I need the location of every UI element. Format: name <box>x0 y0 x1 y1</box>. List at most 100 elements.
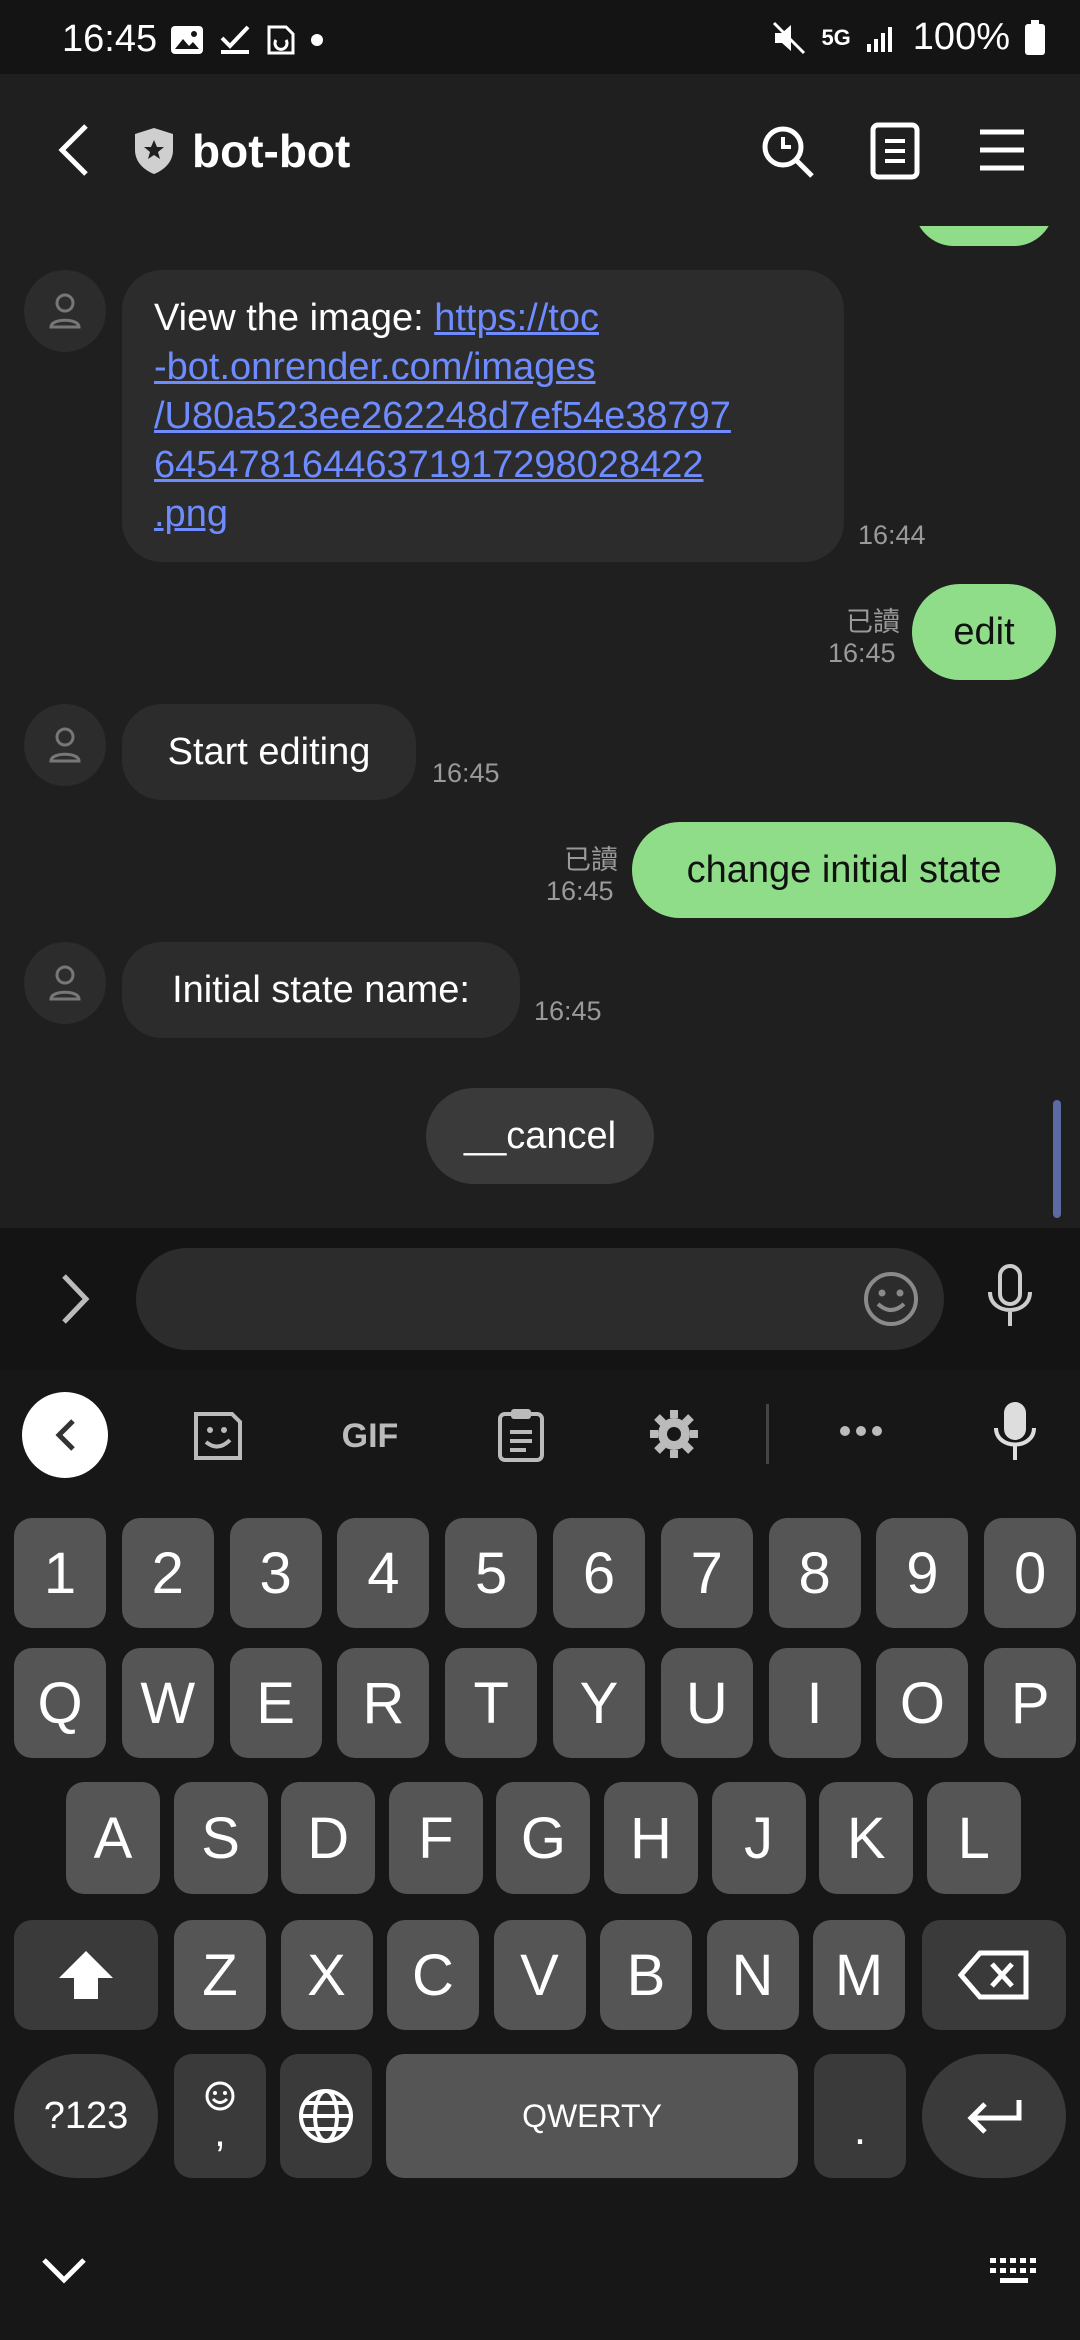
letter-key[interactable]: B <box>600 1920 692 2030</box>
letter-key[interactable]: T <box>445 1648 538 1758</box>
letter-key[interactable]: J <box>711 1782 806 1894</box>
shift-arrow-icon <box>59 1951 113 1999</box>
letter-key[interactable]: C <box>387 1920 479 2030</box>
number-key[interactable]: 2 <box>121 1518 214 1628</box>
letter-key[interactable]: Y <box>553 1648 645 1758</box>
letter-key[interactable]: U <box>660 1648 753 1758</box>
letter-key[interactable]: O <box>876 1648 969 1758</box>
menu-icon[interactable] <box>978 126 1026 174</box>
letter-key[interactable]: P <box>984 1648 1077 1758</box>
letter-key[interactable]: W <box>121 1648 214 1758</box>
letter-key[interactable]: H <box>604 1782 698 1894</box>
number-key[interactable]: 8 <box>768 1518 861 1628</box>
previous-outgoing-bubble <box>914 226 1054 246</box>
avatar[interactable] <box>24 704 106 786</box>
official-shield-icon <box>135 128 173 174</box>
gallery-icon <box>171 26 203 54</box>
letter-key[interactable]: Q <box>14 1648 106 1758</box>
letter-key[interactable]: S <box>173 1782 268 1894</box>
letter-key[interactable]: M <box>813 1920 905 2030</box>
backspace-icon <box>958 1950 1029 2000</box>
microphone-icon[interactable] <box>984 1264 1036 1330</box>
keyboard-switch-icon[interactable] <box>988 2256 1040 2286</box>
letter-key[interactable]: E <box>229 1648 322 1758</box>
number-key[interactable]: 9 <box>876 1518 969 1628</box>
expand-chevron-icon[interactable] <box>58 1272 92 1326</box>
avatar[interactable] <box>24 270 106 352</box>
more-options-icon[interactable] <box>838 1424 884 1438</box>
toolbar-divider <box>766 1404 769 1464</box>
battery-icon <box>1025 19 1045 55</box>
gif-button[interactable]: GIF <box>330 1414 410 1458</box>
chevron-left-icon <box>55 1419 75 1451</box>
search-icon[interactable] <box>758 122 818 182</box>
letter-key[interactable]: K <box>819 1782 914 1894</box>
message-text: edit <box>953 610 1015 653</box>
number-key[interactable]: 4 <box>337 1518 430 1628</box>
comma-key[interactable]: , <box>174 2054 266 2178</box>
clipboard-icon[interactable] <box>496 1406 546 1464</box>
signal-icon <box>866 26 892 52</box>
image-link[interactable]: https://toc <box>434 297 599 339</box>
message-bubble-incoming: View the image: https://toc -bot.onrende… <box>122 270 844 562</box>
message-text: Initial state name: <box>172 968 470 1011</box>
emoji-icon[interactable] <box>862 1270 920 1328</box>
number-key[interactable]: 1 <box>14 1518 106 1628</box>
battery-percentage: 100% <box>912 16 1010 58</box>
message-time: 16:45 <box>546 876 614 906</box>
backspace-key[interactable] <box>922 1920 1066 2030</box>
number-key[interactable]: 7 <box>660 1518 753 1628</box>
period-key[interactable]: . <box>814 2054 906 2178</box>
number-key[interactable]: 0 <box>984 1518 1077 1628</box>
avatar[interactable] <box>24 942 106 1024</box>
letter-key[interactable]: V <box>493 1920 586 2030</box>
task-done-icon <box>220 25 250 54</box>
settings-gear-icon[interactable] <box>648 1408 700 1460</box>
letter-key[interactable]: F <box>388 1782 483 1894</box>
letter-key[interactable]: Z <box>174 1920 266 2030</box>
message-bubble-outgoing: edit <box>912 584 1056 680</box>
letter-key[interactable]: X <box>280 1920 373 2030</box>
sticker-icon <box>267 25 295 55</box>
message-input[interactable] <box>136 1248 944 1350</box>
dot-icon <box>311 34 323 46</box>
sticker-icon[interactable] <box>192 1410 244 1462</box>
space-key[interactable]: QWERTY <box>386 2054 798 2178</box>
user-icon <box>49 293 81 329</box>
letter-key[interactable]: I <box>768 1648 861 1758</box>
message-time: 16:45 <box>828 638 896 668</box>
scrollbar-thumb[interactable] <box>1053 1100 1061 1218</box>
back-arrow-icon[interactable] <box>54 122 94 178</box>
letter-key[interactable]: L <box>926 1782 1021 1894</box>
letter-key[interactable]: N <box>706 1920 799 2030</box>
message-text: View the image: <box>154 297 435 339</box>
status-notification-icons <box>170 24 324 56</box>
comma-label: , <box>214 2108 226 2155</box>
symbols-key[interactable]: ?123 <box>14 2054 158 2178</box>
image-link[interactable]: -bot.onrender.com/images <box>154 346 595 388</box>
letter-key[interactable]: D <box>281 1782 376 1894</box>
message-text: change initial state <box>686 848 1002 891</box>
enter-key[interactable] <box>922 2054 1066 2178</box>
number-key[interactable]: 3 <box>229 1518 322 1628</box>
message-text: Start editing <box>167 730 371 773</box>
shift-key[interactable] <box>14 1920 158 2030</box>
mute-icon <box>773 21 806 54</box>
language-key[interactable] <box>280 2054 372 2178</box>
letter-key[interactable]: A <box>66 1782 160 1894</box>
voice-input-icon[interactable] <box>992 1400 1038 1462</box>
hide-keyboard-chevron-icon[interactable] <box>40 2256 88 2286</box>
number-key[interactable]: 6 <box>553 1518 645 1628</box>
letter-key[interactable]: G <box>496 1782 591 1894</box>
read-receipt: 已讀 <box>846 607 900 637</box>
notes-icon[interactable] <box>870 122 920 180</box>
quick-reply-cancel-button[interactable]: __cancel <box>426 1088 654 1184</box>
image-link[interactable]: .png <box>154 493 228 535</box>
letter-key[interactable]: R <box>337 1648 430 1758</box>
image-link[interactable]: /U80a523ee262248d7ef54e38797 <box>154 395 731 437</box>
user-icon <box>49 727 81 763</box>
keyboard-collapse-toolbar-button[interactable] <box>22 1392 108 1478</box>
number-key[interactable]: 5 <box>445 1518 538 1628</box>
image-link[interactable]: 64547816446371917298028422 <box>154 444 703 486</box>
enter-arrow-icon <box>967 2100 1022 2134</box>
